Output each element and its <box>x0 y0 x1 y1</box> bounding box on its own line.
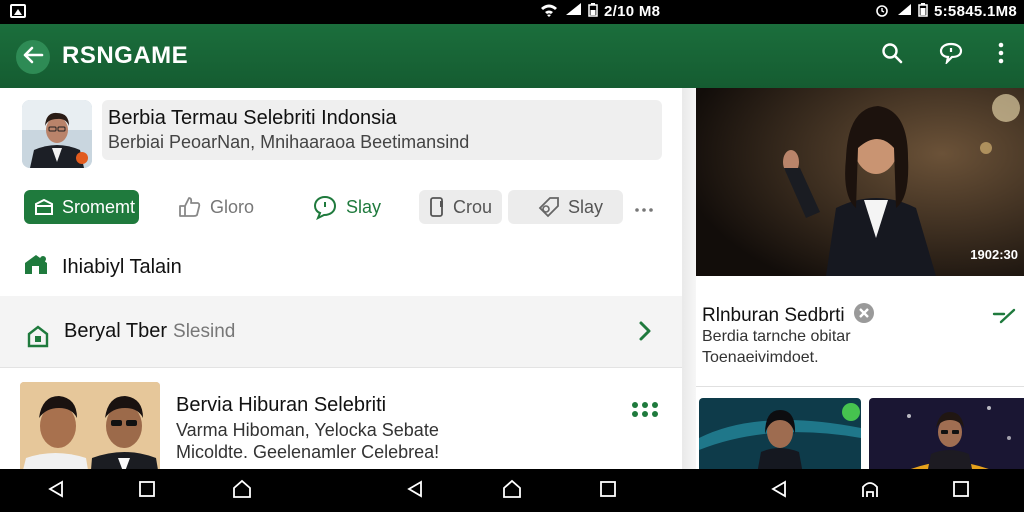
action-label: Slay <box>568 196 604 217</box>
app-title: RSNGAME <box>62 42 189 69</box>
featured-title-wrap[interactable]: Rlnburan Sedbrti <box>702 302 875 330</box>
battery-icon-2 <box>918 3 928 20</box>
category-row[interactable]: Beryal Tber Slesind <box>0 296 682 368</box>
home-outline-icon <box>26 324 50 353</box>
action-label: Sromemt <box>62 196 136 217</box>
nav-home-button[interactable] <box>232 479 252 504</box>
action-label: Crou <box>453 196 493 217</box>
profile-avatar[interactable] <box>22 100 92 168</box>
search-button[interactable] <box>878 42 906 70</box>
alarm-icon <box>874 3 890 20</box>
more-horiz-icon <box>634 200 654 217</box>
arrow-left-icon <box>22 43 44 71</box>
status-time-right: 5:5845.1M8 <box>934 3 1018 20</box>
featured-title: Rlnburan Sedbrti <box>702 305 845 326</box>
news-thumbnail[interactable] <box>20 382 160 469</box>
thumbs-up-icon <box>178 196 202 218</box>
featured-snippet-2: Toenaeivimdoet. <box>702 349 819 366</box>
chevron-right-icon <box>638 318 652 349</box>
status-center: 2/10 M8 <box>540 3 660 20</box>
nav-home-icon <box>860 479 880 504</box>
nav-back-icon <box>47 479 65 503</box>
verified-icon <box>853 302 875 330</box>
nav-back-button[interactable] <box>46 479 66 503</box>
panel-divider <box>682 88 696 469</box>
nav-back-icon <box>770 479 788 503</box>
gallery-icon <box>10 4 26 18</box>
nav-recents-button[interactable] <box>137 480 157 503</box>
nav-recents-button-3[interactable] <box>951 480 971 503</box>
status-time-center: 2/10 M8 <box>604 3 661 20</box>
news-snippet-1: Varma Hiboman, Yelocka Sebate <box>176 420 439 440</box>
action-label: Slay <box>346 196 382 217</box>
back-button[interactable] <box>16 40 50 74</box>
wifi-icon <box>540 3 558 20</box>
video-duration: 1902:30 <box>970 247 1018 262</box>
nav-back-button-2[interactable] <box>405 479 425 503</box>
status-bar: 2/10 M8 5:5845.1M8 <box>0 0 1024 24</box>
action-button-gloro[interactable]: Gloro <box>168 190 264 224</box>
section-row[interactable]: Ihiabiyl Talain <box>22 252 182 282</box>
nav-back-button-3[interactable] <box>769 479 789 503</box>
featured-snippet-1: Berdia tarnche obitar <box>702 328 851 345</box>
nav-back-icon <box>406 479 424 503</box>
status-right: 5:5845.1M8 <box>874 3 1017 20</box>
action-button-slay[interactable]: Slay <box>302 190 391 224</box>
featured-video[interactable]: 1902:30 <box>696 88 1024 276</box>
profile-card[interactable]: Berbia Termau Selebriti Indonsia Berbiai… <box>102 100 662 160</box>
category-label-wrap: Beryal Tber Slesind <box>64 320 235 343</box>
news-title[interactable]: Bervia Hiburan Selebriti <box>176 394 386 417</box>
action-button-slay-2[interactable]: Slay <box>508 190 623 224</box>
news-snippet-2: Micoldte. Geelenamler Celebrea! <box>176 442 440 462</box>
nav-home-button-2[interactable] <box>502 479 522 504</box>
related-video-1[interactable] <box>699 398 861 469</box>
divider <box>696 386 1024 387</box>
chat-button[interactable] <box>937 42 965 70</box>
search-icon <box>881 42 903 70</box>
related-video-2[interactable] <box>869 398 1024 469</box>
system-nav-bar <box>0 469 1024 512</box>
profile-subtitle: Berbiai PeoarNan, Mnihaaraoa Beetimansin… <box>108 132 470 152</box>
section-label: Ihiabiyl Talain <box>62 255 182 278</box>
chat-bubble-icon <box>312 194 338 220</box>
feed-panel: Berbia Termau Selebriti Indonsia Berbiai… <box>0 88 682 469</box>
chat-icon <box>939 42 963 70</box>
action-label: Gloro <box>210 196 255 217</box>
nav-home-icon <box>232 479 252 504</box>
battery-icon <box>588 3 598 20</box>
search-tag-icon <box>536 196 560 218</box>
grid-menu-icon[interactable] <box>632 402 658 417</box>
more-button[interactable] <box>987 42 1015 70</box>
nav-recents-button-2[interactable] <box>598 480 618 503</box>
category-label: Beryal Tber <box>64 320 168 342</box>
check-icon[interactable] <box>992 308 1016 332</box>
category-sub: Slesind <box>173 321 236 342</box>
action-button-crou[interactable]: Crou <box>419 190 502 224</box>
signal-icon <box>564 3 582 20</box>
nav-recents-icon <box>952 480 970 503</box>
signal-icon-2 <box>896 3 912 20</box>
action-button-sromemt[interactable]: Sromemt <box>24 190 139 224</box>
app-bar: RSNGAME <box>0 24 1024 88</box>
more-vert-icon <box>998 42 1004 70</box>
nav-home-icon <box>502 479 522 504</box>
featured-panel: 1902:30 Rlnburan Sedbrti Berdia tarnche … <box>696 88 1024 469</box>
nav-home-button-3[interactable] <box>860 481 880 501</box>
home-icon <box>22 252 50 282</box>
nav-recents-icon <box>599 480 617 503</box>
profile-title: Berbia Termau Selebriti Indonsia <box>108 107 397 129</box>
nav-recents-icon <box>138 480 156 503</box>
more-horiz-button[interactable] <box>634 200 654 218</box>
folder-icon <box>34 198 54 216</box>
phone-icon <box>429 196 445 218</box>
